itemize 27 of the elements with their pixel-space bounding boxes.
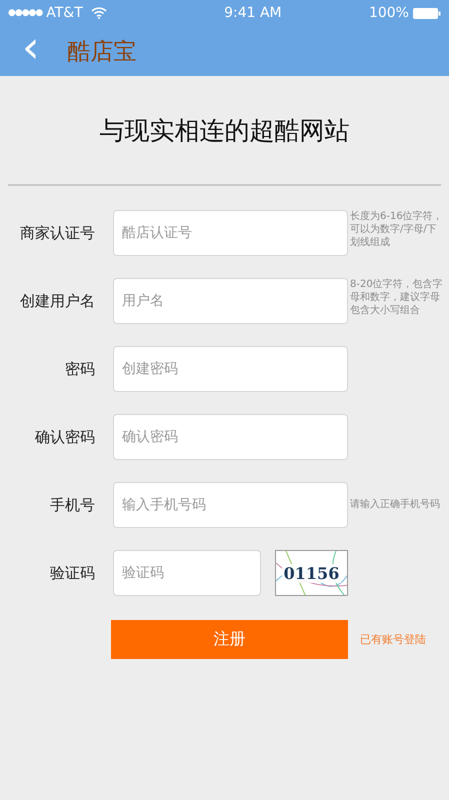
captcha-image[interactable]: 01156 bbox=[275, 550, 348, 596]
input-field[interactable]: 输入手机号码 bbox=[113, 482, 348, 528]
carrier: AT&T bbox=[46, 5, 83, 21]
field-hint: 长度为6-16位字符，可以为数字/字母/下划线组成 bbox=[349, 210, 444, 249]
nav-title: 酷店宝 bbox=[68, 38, 137, 66]
wifi-icon bbox=[90, 7, 107, 19]
back-button[interactable]: ‹ bbox=[18, 26, 44, 76]
input-field[interactable]: 确认密码 bbox=[113, 414, 348, 460]
field-label: 密码 bbox=[64, 359, 95, 380]
field-hint: 请输入正确手机号码 bbox=[349, 498, 441, 511]
field-label: 手机号 bbox=[49, 495, 95, 516]
input-field[interactable]: 酷店认证号 bbox=[113, 210, 348, 256]
login-link[interactable]: 已有账号登陆 bbox=[360, 632, 426, 647]
register-button[interactable]: 注册 bbox=[111, 620, 348, 659]
field-label: 创建用户名 bbox=[19, 291, 95, 312]
input-field[interactable]: 验证码 bbox=[113, 550, 261, 596]
input-field[interactable]: 创建密码 bbox=[113, 346, 348, 392]
input-field[interactable]: 用户名 bbox=[113, 278, 348, 324]
field-label: 确认密码 bbox=[34, 427, 95, 448]
field-hint: 8-20位字符，包含字母和数字，建议字母包含大小写组合 bbox=[349, 278, 444, 317]
field-label: 商家认证号 bbox=[19, 223, 95, 244]
clock-time: 9:41 AM bbox=[223, 5, 282, 21]
field-label: 验证码 bbox=[49, 563, 95, 584]
battery-icon bbox=[412, 8, 441, 18]
page-heading: 与现实相连的超酷网站 bbox=[98, 114, 350, 146]
signal-dots: ●●●●● bbox=[8, 8, 42, 18]
battery-percent: 100% bbox=[368, 5, 409, 21]
